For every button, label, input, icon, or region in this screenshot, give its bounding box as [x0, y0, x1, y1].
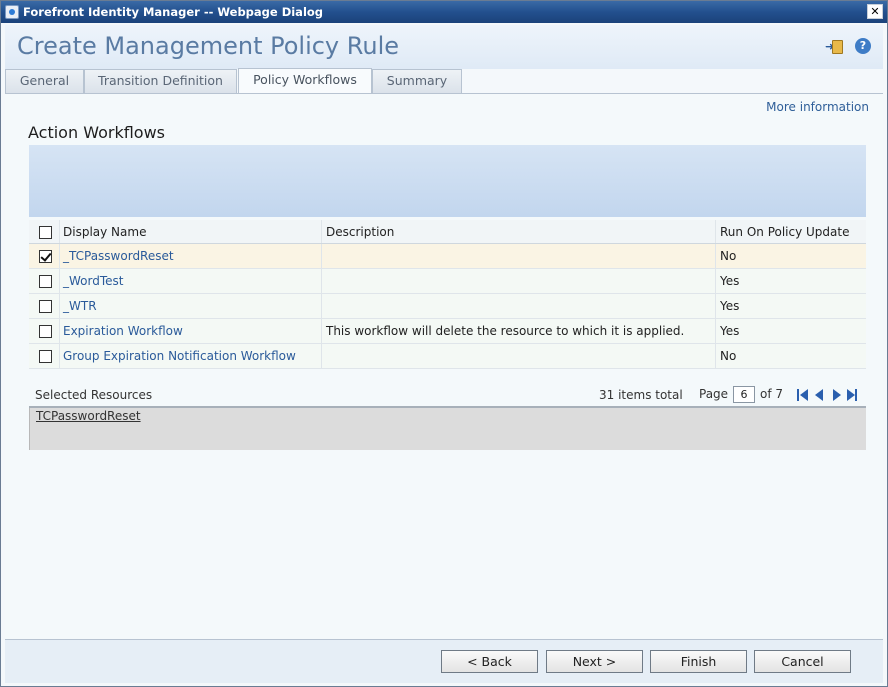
footer-bar: < Back Next > Finish Cancel [5, 639, 883, 683]
row-description [321, 244, 715, 268]
column-header-run-on-policy-update[interactable]: Run On Policy Update [715, 220, 866, 243]
page-title: Create Management Policy Rule [17, 32, 400, 60]
content-area: More information Action Workflows Displa… [5, 93, 883, 639]
row-display-name[interactable]: Group Expiration Notification Workflow [59, 344, 321, 368]
row-check-cell [29, 244, 59, 268]
more-information-link[interactable]: More information [766, 100, 869, 114]
items-total: 31 items total [599, 388, 683, 402]
clipboard-add-icon[interactable]: ➜ [825, 39, 843, 55]
row-description: This workflow will delete the resource t… [321, 319, 715, 343]
next-button[interactable]: Next > [546, 650, 643, 673]
section-title: Action Workflows [28, 123, 165, 142]
row-checkbox[interactable] [39, 250, 52, 263]
row-run-on-policy-update: No [715, 344, 866, 368]
grid-toolbar-banner [29, 145, 866, 217]
column-header-description[interactable]: Description [321, 220, 715, 243]
row-run-on-policy-update: Yes [715, 319, 866, 343]
table-row[interactable]: _WordTest Yes [29, 269, 866, 294]
row-description [321, 294, 715, 318]
help-icon[interactable]: ? [855, 38, 871, 54]
table-row[interactable]: _WTR Yes [29, 294, 866, 319]
column-header-display-name[interactable]: Display Name [59, 220, 321, 243]
ie-app-icon [5, 5, 19, 19]
selected-resource-chip[interactable]: TCPasswordReset [36, 409, 141, 423]
page-count: of 7 [760, 387, 784, 401]
workflow-grid: Display Name Description Run On Policy U… [29, 220, 866, 369]
page-header: Create Management Policy Rule ➜ ? [5, 25, 883, 69]
page-number-input[interactable]: 6 [733, 386, 755, 403]
selected-resources-label: Selected Resources [35, 388, 153, 402]
row-description [321, 344, 715, 368]
select-all-cell [29, 220, 59, 243]
previous-page-icon[interactable] [814, 389, 826, 401]
last-page-icon[interactable] [846, 389, 858, 401]
row-check-cell [29, 319, 59, 343]
row-checkbox[interactable] [39, 350, 52, 363]
close-button[interactable]: ✕ [867, 4, 883, 19]
table-row[interactable]: Expiration Workflow This workflow will d… [29, 319, 866, 344]
tab-transition-definition[interactable]: Transition Definition [84, 69, 237, 93]
finish-button[interactable]: Finish [650, 650, 747, 673]
row-check-cell [29, 294, 59, 318]
back-button[interactable]: < Back [441, 650, 538, 673]
row-display-name[interactable]: Expiration Workflow [59, 319, 321, 343]
grid-header-row: Display Name Description Run On Policy U… [29, 220, 866, 244]
row-checkbox[interactable] [39, 325, 52, 338]
cancel-button[interactable]: Cancel [754, 650, 851, 673]
row-run-on-policy-update: Yes [715, 269, 866, 293]
row-run-on-policy-update: No [715, 244, 866, 268]
select-all-checkbox[interactable] [39, 226, 52, 239]
tab-strip: General Transition Definition Policy Wor… [5, 68, 883, 94]
next-page-icon[interactable] [831, 389, 843, 401]
title-bar: Forefront Identity Manager -- Webpage Di… [1, 1, 887, 23]
row-display-name[interactable]: _WTR [59, 294, 321, 318]
table-row[interactable]: _TCPasswordReset No [29, 244, 866, 269]
dialog-window: Forefront Identity Manager -- Webpage Di… [0, 0, 888, 687]
tab-general[interactable]: General [5, 69, 84, 93]
row-checkbox[interactable] [39, 300, 52, 313]
row-run-on-policy-update: Yes [715, 294, 866, 318]
first-page-icon[interactable] [797, 389, 809, 401]
pager-bar: Selected Resources 31 items total Page 6… [29, 384, 866, 408]
row-check-cell [29, 344, 59, 368]
row-description [321, 269, 715, 293]
page-label: Page [699, 387, 729, 401]
tab-policy-workflows[interactable]: Policy Workflows [238, 68, 372, 94]
row-display-name[interactable]: _WordTest [59, 269, 321, 293]
row-checkbox[interactable] [39, 275, 52, 288]
selected-resources-area: TCPasswordReset [29, 408, 866, 450]
row-display-name[interactable]: _TCPasswordReset [59, 244, 321, 268]
window-title: Forefront Identity Manager -- Webpage Di… [23, 5, 324, 19]
row-check-cell [29, 269, 59, 293]
tab-summary[interactable]: Summary [372, 69, 462, 93]
table-row[interactable]: Group Expiration Notification Workflow N… [29, 344, 866, 369]
